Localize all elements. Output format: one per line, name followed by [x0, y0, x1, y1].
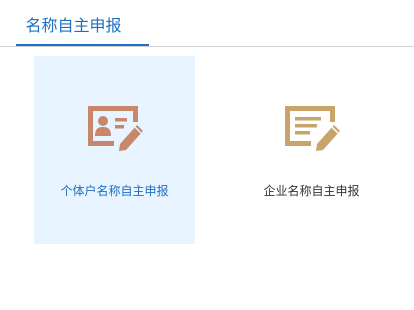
- individual-name-declaration-card[interactable]: 个体户名称自主申报: [34, 56, 195, 244]
- tab-label: 名称自主申报: [25, 16, 122, 35]
- document-pen-icon: [281, 104, 343, 152]
- name-declaration-page: 名称自主申报 个体户名称自主申报 企业名称自主申报: [0, 0, 414, 310]
- tab-name-self-declaration[interactable]: 名称自主申报: [16, 0, 149, 46]
- enterprise-card-label: 企业名称自主申报: [263, 184, 360, 198]
- id-card-pen-icon: [84, 104, 146, 152]
- enterprise-name-declaration-card[interactable]: 企业名称自主申报: [231, 56, 392, 244]
- tab-bar: 名称自主申报: [0, 0, 414, 47]
- individual-card-label: 个体户名称自主申报: [60, 184, 169, 198]
